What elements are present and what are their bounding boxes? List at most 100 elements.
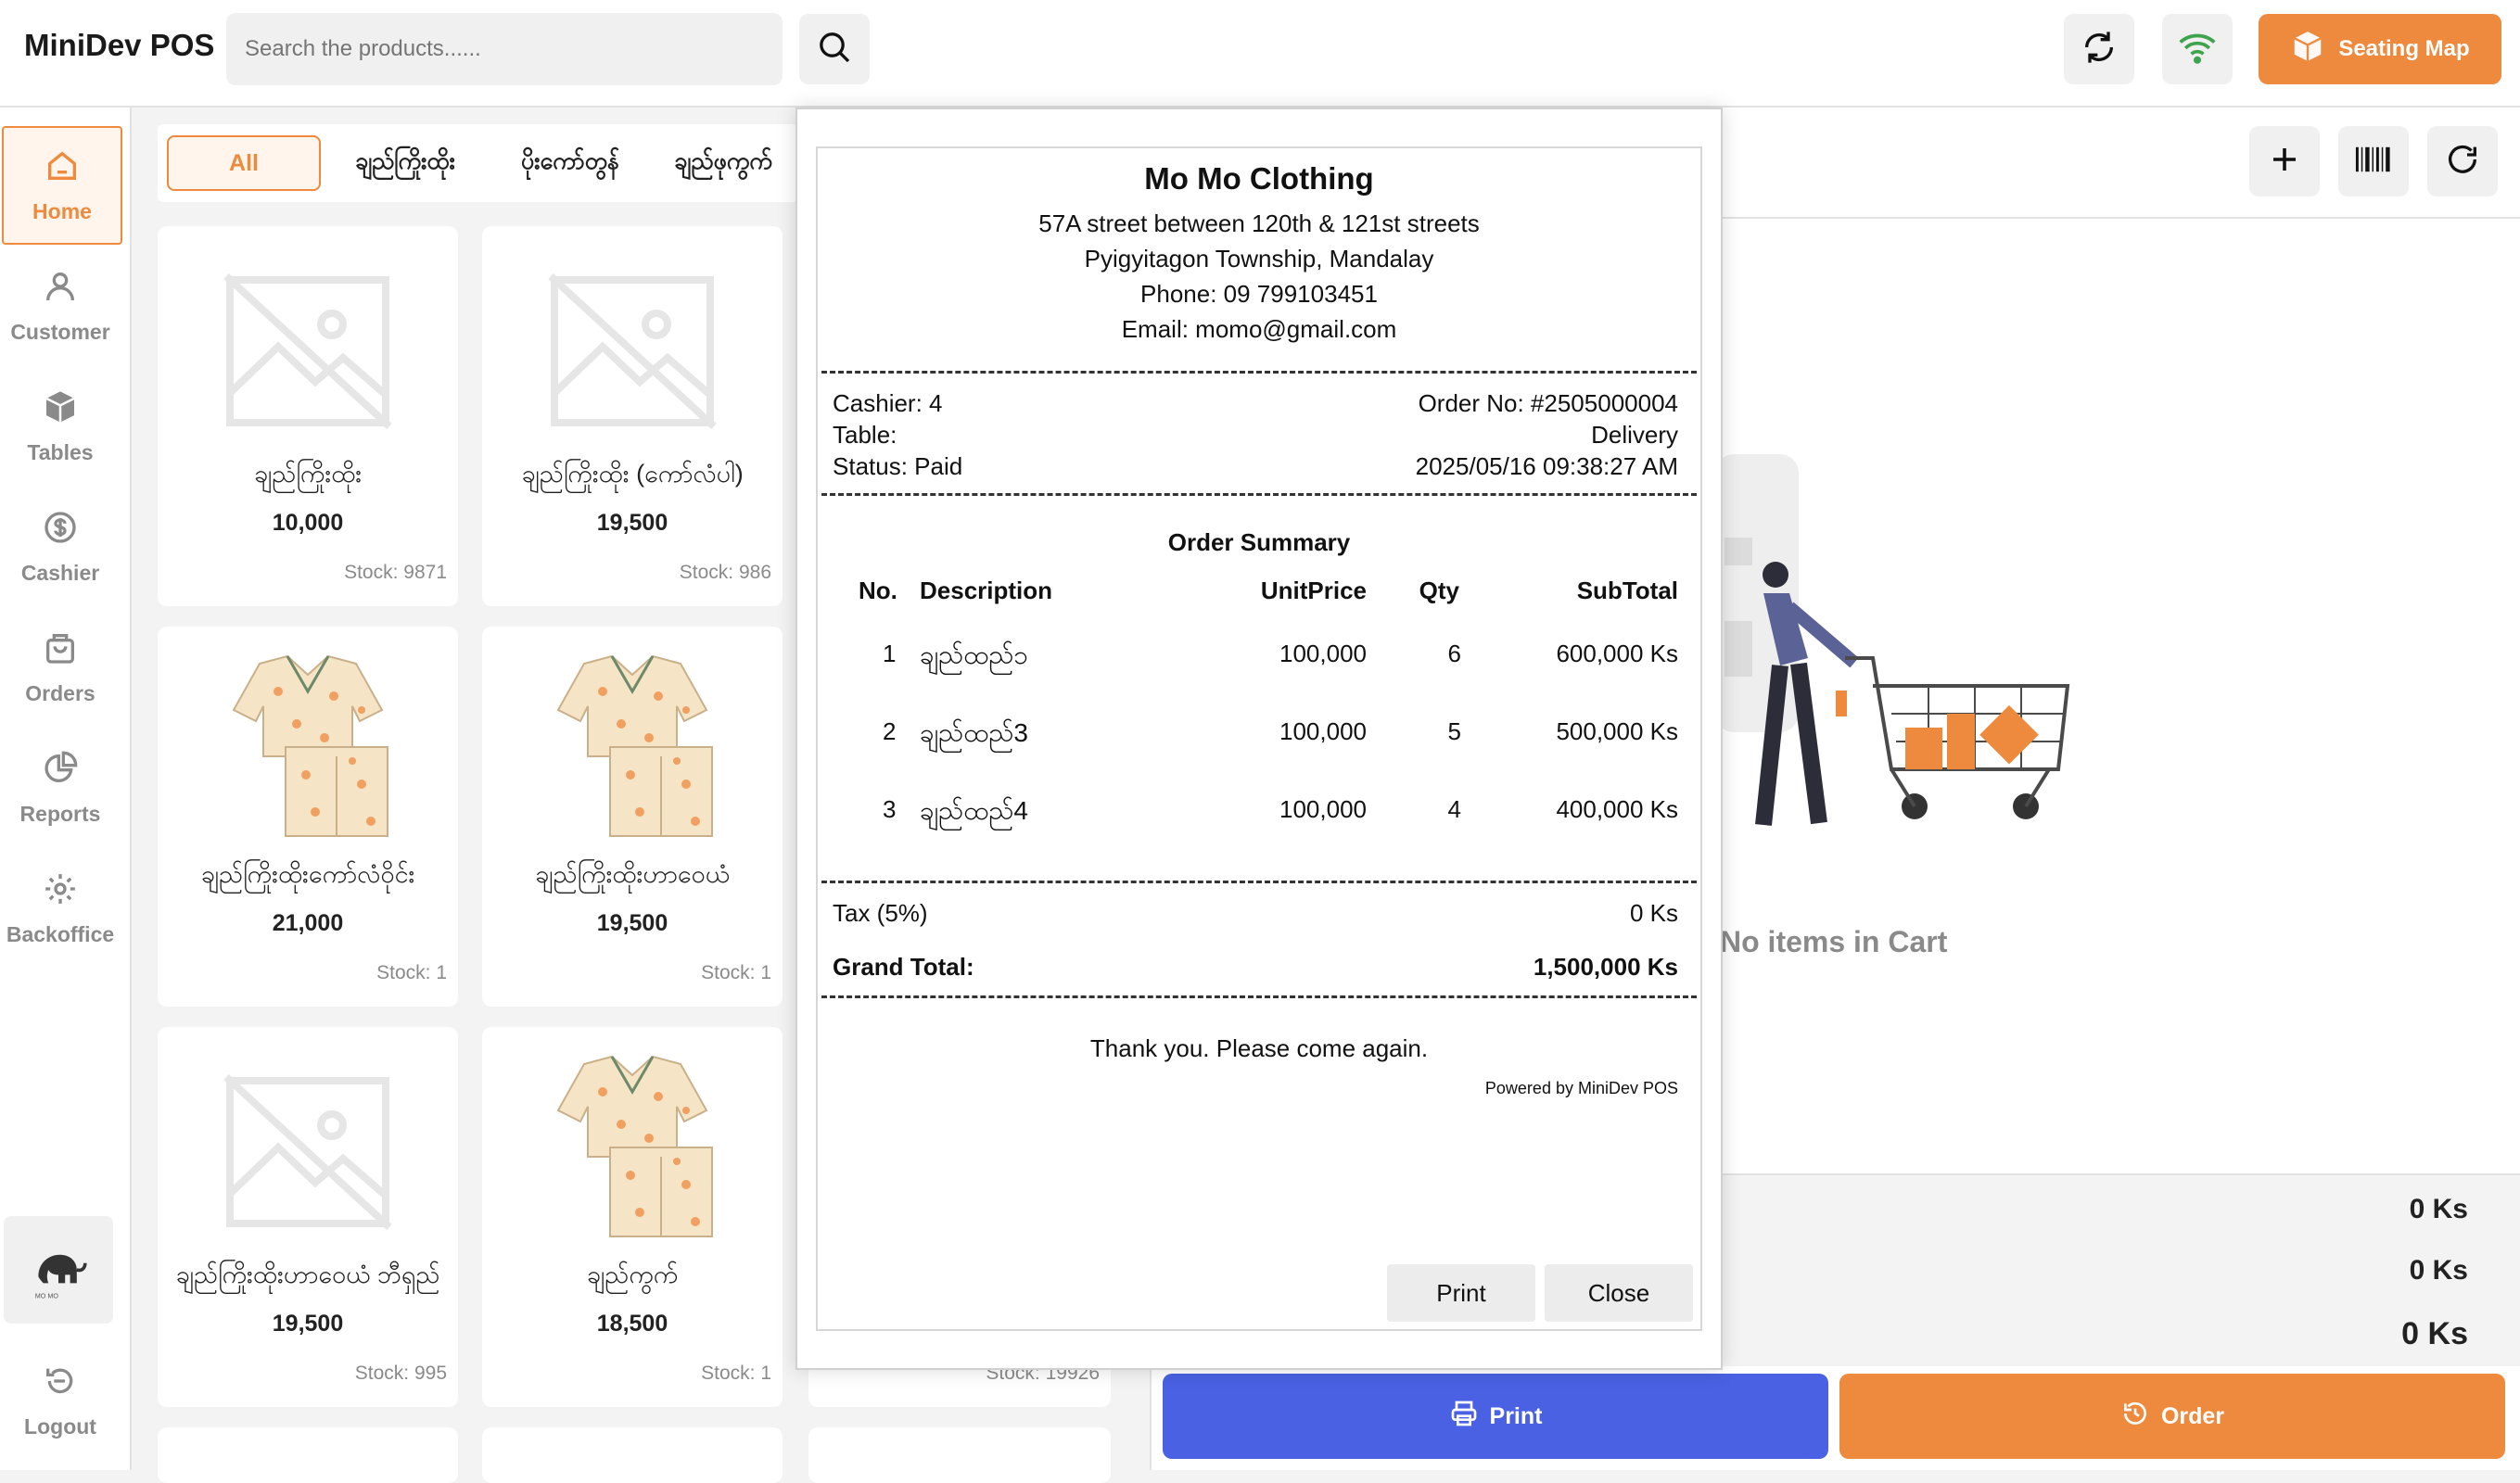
tax-label: Tax (5%) — [833, 899, 928, 927]
category-tab[interactable]: ချည်ဖုကွက် — [658, 135, 788, 191]
product-stock: Stock: 995 — [354, 1363, 447, 1384]
search-input[interactable] — [226, 13, 783, 85]
sidebar-item-cashier[interactable]: Cashier — [0, 488, 121, 606]
divider — [821, 493, 1697, 496]
row-qty: 5 — [1447, 717, 1461, 745]
category-tabs: All ချည်ကြိုးထိုး ပိုးကော်တွန် ချည်ဖုကွက… — [158, 124, 797, 202]
row-number: 2 — [883, 717, 897, 745]
row-number: 1 — [883, 640, 897, 667]
product-stock: Stock: 9871 — [344, 562, 447, 583]
row-number: 3 — [883, 795, 897, 823]
sidebar-item-tables[interactable]: Tables — [0, 367, 121, 486]
subtotal-value: 0 Ks — [2409, 1194, 2468, 1224]
thank-you-message: Thank you. Please come again. — [1089, 1034, 1429, 1062]
refresh-icon — [2444, 141, 2481, 183]
plus-icon — [2268, 143, 2301, 181]
box-icon — [2290, 29, 2325, 70]
product-card[interactable] — [158, 1427, 458, 1483]
sidebar-item-label: Customer — [10, 319, 110, 344]
product-price: 10,000 — [272, 510, 344, 536]
sidebar-item-backoffice[interactable]: Backoffice — [0, 849, 121, 968]
svg-text:MO MO: MO MO — [35, 1292, 59, 1300]
cart-print-button[interactable]: Print — [1163, 1374, 1828, 1459]
receipt-modal: Mo Mo Clothing 57A street between 120th … — [795, 108, 1723, 1370]
grand-total-label: Grand Total: — [833, 953, 974, 981]
user-icon — [42, 268, 79, 311]
history-icon — [2120, 1399, 2150, 1435]
sidebar-item-reports[interactable]: Reports — [0, 729, 121, 847]
product-image — [223, 654, 393, 837]
empty-cart-illustration — [1715, 454, 2070, 826]
product-price: 18,500 — [596, 1311, 668, 1337]
row-description: ချည်ထည်4 — [920, 796, 1028, 825]
refresh-button[interactable] — [2427, 126, 2498, 196]
order-button[interactable]: Order — [1839, 1374, 2505, 1459]
receipt: Mo Mo Clothing 57A street between 120th … — [816, 146, 1702, 1331]
top-bar: MiniDev POS Seating Map — [0, 0, 2520, 108]
image-placeholder-icon — [223, 1073, 393, 1231]
product-price: 19,500 — [596, 910, 668, 936]
divider — [821, 995, 1697, 998]
sidebar-item-label: Cashier — [20, 560, 100, 585]
product-card[interactable]: ချည်ကြိုးထိုးကော်လံဝိုင်း 21,000 Stock: 1 — [158, 627, 458, 1007]
sync-button[interactable] — [2064, 14, 2134, 84]
category-tab[interactable]: ပိုးကော်တွန် — [501, 135, 640, 191]
status-label: Status: Paid — [833, 452, 963, 480]
order-number: Order No: #2505000004 — [1418, 389, 1678, 417]
product-image — [547, 1055, 718, 1237]
shopping-bag-icon — [42, 629, 79, 672]
shop-name: Mo Mo Clothing — [1144, 161, 1374, 196]
product-name: ချည်ကြိုးထိုးကော်လံဝိုင်း — [200, 860, 415, 888]
barcode-button[interactable] — [2338, 126, 2409, 196]
total-value: 0 Ks — [2401, 1316, 2468, 1351]
sidebar-item-home[interactable]: Home — [2, 126, 122, 245]
row-subtotal: 400,000 Ks — [1556, 795, 1678, 823]
wifi-status-button[interactable] — [2162, 14, 2233, 84]
product-card[interactable]: ချည်ကြိုးထိုး (ကော်လံပါ) 19,500 Stock: 986 — [482, 226, 783, 606]
product-price: 21,000 — [272, 910, 344, 936]
product-card[interactable]: ချည်ကြိုးထိုး 10,000 Stock: 9871 — [158, 226, 458, 606]
order-datetime: 2025/05/16 09:38:27 AM — [1415, 452, 1678, 480]
divider — [821, 371, 1697, 374]
product-card[interactable]: ချည်ကြိုးထိုးဟာဝေယံ ဘီရှည် 19,500 Stock: 9… — [158, 1027, 458, 1407]
order-type: Delivery — [1591, 421, 1678, 449]
divider — [821, 881, 1697, 883]
product-name: ချည်ကွက် — [586, 1261, 679, 1288]
logout-button[interactable]: Logout — [0, 1350, 121, 1451]
receipt-close-button[interactable]: Close — [1545, 1264, 1693, 1322]
shop-address-line-1: 57A street between 120th & 121st streets — [1038, 209, 1480, 237]
shop-address-line-2: Pyigyitagon Township, Mandalay — [1084, 245, 1434, 273]
product-price: 19,500 — [596, 510, 668, 536]
seating-map-button[interactable]: Seating Map — [2259, 14, 2501, 84]
logout-icon — [42, 1363, 79, 1405]
gear-icon — [42, 870, 79, 913]
empty-cart-message: No items in Cart — [1720, 925, 1948, 958]
sync-icon — [2081, 29, 2118, 70]
sidebar-item-orders[interactable]: Orders — [0, 608, 121, 727]
column-header-qty: Qty — [1419, 577, 1459, 604]
product-card[interactable]: ချည်ကွက် 18,500 Stock: 1 — [482, 1027, 783, 1407]
category-tab[interactable]: ချည်ကြိုးထိုး — [336, 135, 475, 191]
row-subtotal: 500,000 Ks — [1556, 717, 1678, 745]
column-header-description: Description — [920, 577, 1053, 604]
category-tab-all[interactable]: All — [167, 135, 321, 191]
row-qty: 6 — [1447, 640, 1461, 667]
cashier-label: Cashier: 4 — [833, 389, 943, 417]
add-button[interactable] — [2249, 126, 2320, 196]
row-description: ချည်ထည်3 — [920, 718, 1028, 747]
sidebar-item-customer[interactable]: Customer — [0, 247, 121, 365]
wifi-icon — [2177, 27, 2218, 72]
elephant-logo-icon: MO MO — [35, 1254, 87, 1300]
product-name: ချည်ကြိုးထိုး (ကော်လံပါ) — [521, 460, 744, 488]
receipt-print-button[interactable]: Print — [1387, 1264, 1535, 1322]
row-qty: 4 — [1447, 795, 1461, 823]
search-button[interactable] — [799, 14, 870, 84]
shop-email: Email: momo@gmail.com — [1121, 315, 1397, 343]
product-price: 19,500 — [272, 1311, 344, 1337]
print-label: Print — [1489, 1402, 1543, 1429]
product-name: ချည်ကြိုးထိုးဟာဝေယံ ဘီရှည် — [175, 1261, 440, 1288]
product-card[interactable] — [808, 1427, 1111, 1483]
product-card[interactable] — [482, 1427, 783, 1483]
sidebar-item-label: Tables — [27, 439, 94, 464]
product-card[interactable]: ချည်ကြိုးထိုးဟာဝေယံ 19,500 Stock: 1 — [482, 627, 783, 1007]
